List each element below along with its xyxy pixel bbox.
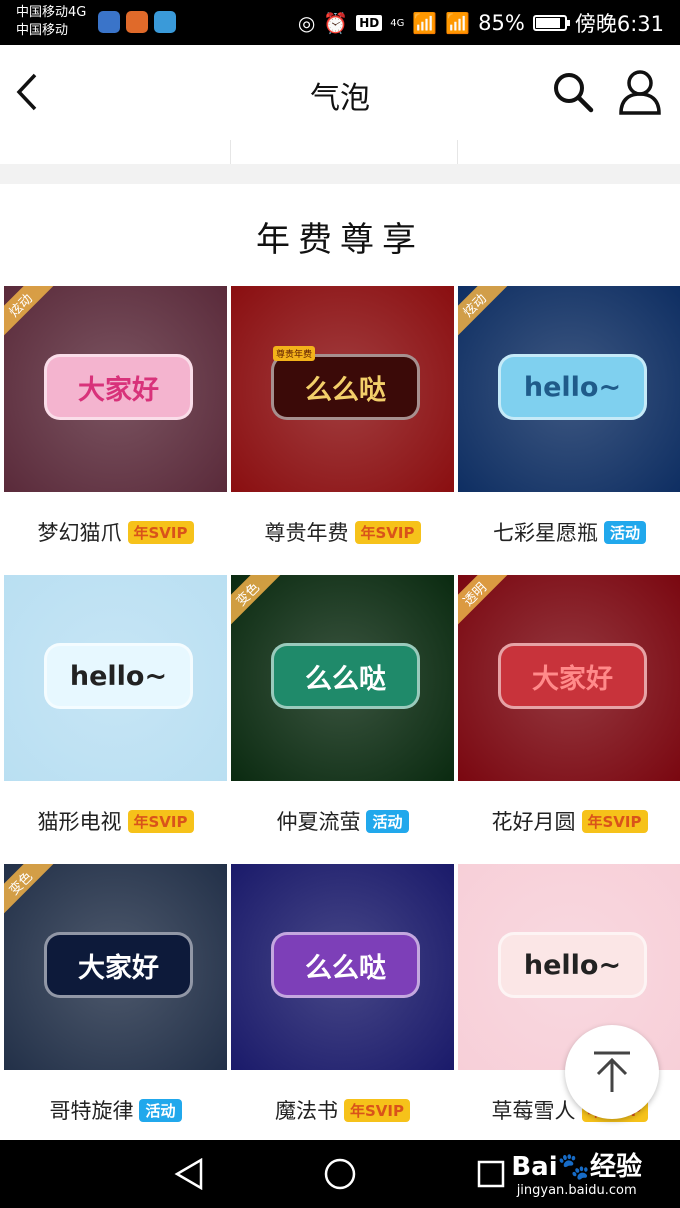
bubble-name: 尊贵年费 <box>264 521 349 545</box>
system-navigation-bar: Bai🐾经验 jingyan.baidu.com <box>0 1140 680 1208</box>
bubble-name: 仲夏流萤 <box>276 810 361 834</box>
home-circle-icon[interactable] <box>324 1158 356 1194</box>
hotspot-icon: ◎ <box>297 11 316 35</box>
clock: 傍晚6:31 <box>574 12 664 36</box>
divider <box>457 140 458 164</box>
effect-ribbon: 变色 <box>231 575 283 630</box>
svip-badge: 年SVIP <box>581 809 648 833</box>
bubble-sample: hello~ <box>44 643 193 709</box>
bubble-name: 魔法书 <box>275 1099 338 1123</box>
baidu-jingyan-watermark: Bai🐾经验 jingyan.baidu.com <box>511 1146 642 1198</box>
status-right: ◎ ⏰ HD 4G 📶 📶 85% 傍晚6:31 <box>298 8 664 38</box>
effect-ribbon: 炫动 <box>4 286 56 341</box>
bubble-sample: 么么哒 <box>271 932 420 998</box>
annual-section: 年费尊享 大家好 炫动 梦幻猫爪 年SVIP 么么哒 尊贵年费 尊贵年费 年SVIP hello… <box>0 184 680 1150</box>
search-icon[interactable] <box>552 71 594 117</box>
battery-icon <box>532 15 570 31</box>
signal-icon: 📶 <box>412 11 438 35</box>
section-title: 年费尊享 <box>256 220 424 260</box>
recents-square-icon[interactable] <box>477 1160 505 1192</box>
status-bar: 中国移动4G 中国移动 ◎ ⏰ HD 4G 📶 📶 85% 傍晚6:31 <box>0 0 680 45</box>
svip-badge: 年SVIP <box>344 1098 410 1122</box>
arrow-up-icon <box>594 1051 630 1092</box>
effect-ribbon: 透明 <box>458 575 510 630</box>
bubble-caption: 尊贵年费 年SVIP <box>231 492 454 572</box>
effect-ribbon: 变色 <box>4 864 56 919</box>
bubble-preview-image: hello~ <box>458 864 680 1070</box>
carrier-info: 中国移动4G 中国移动 <box>16 4 86 40</box>
bubble-card[interactable]: 大家好 炫动梦幻猫爪 年SVIP <box>4 286 227 572</box>
bubble-card[interactable]: 么么哒 尊贵年费 尊贵年费 年SVIP <box>231 286 454 572</box>
bubble-card[interactable]: 么么哒魔法书 年SVIP <box>231 864 454 1150</box>
back-to-top-button[interactable] <box>565 1025 659 1119</box>
bubble-sample: 大家好 <box>498 643 647 709</box>
bubble-card[interactable]: 大家好 透明花好月圆 年SVIP <box>458 575 680 861</box>
bubble-preview-image: 大家好 变色 <box>4 864 227 1070</box>
bubble-preview-image: 大家好 炫动 <box>4 286 227 492</box>
carrier-1: 中国移动4G <box>16 5 87 20</box>
battery-percent: 85% <box>478 11 525 35</box>
bubble-card[interactable]: 么么哒 变色仲夏流萤 活动 <box>231 575 454 861</box>
bubble-name: 哥特旋律 <box>49 1099 134 1123</box>
bubble-card[interactable]: hello~ 炫动七彩星愿瓶 活动 <box>458 286 680 572</box>
activity-badge: 活动 <box>366 809 409 833</box>
svip-badge: 年SVIP <box>354 520 421 544</box>
effect-ribbon: 炫动 <box>458 286 510 341</box>
bubble-card[interactable]: hello~草莓雪人年SVIP <box>458 864 680 1150</box>
network-type: 4G <box>390 17 405 29</box>
divider <box>230 140 231 164</box>
bubble-name: 花好月圆 <box>491 810 576 834</box>
bubble-caption: 花好月圆 年SVIP <box>458 781 680 861</box>
bubble-caption: 梦幻猫爪 年SVIP <box>4 492 227 572</box>
alarm-icon: ⏰ <box>323 11 349 35</box>
bubble-sample: 么么哒 <box>271 354 420 420</box>
bubble-sample: 大家好 <box>44 354 193 420</box>
signal-icon-2: 📶 <box>445 11 471 35</box>
bubble-preview-image: 么么哒 变色 <box>231 575 454 781</box>
bubble-sample: hello~ <box>498 354 647 420</box>
carrier-2: 中国移动 <box>16 23 69 38</box>
svip-badge: 年SVIP <box>127 809 194 833</box>
bubble-name: 草莓雪人 <box>491 1099 576 1123</box>
premium-badge: 尊贵年费 <box>273 346 316 361</box>
bubble-name: 七彩星愿瓶 <box>492 521 598 545</box>
bubble-card[interactable]: hello~ 猫形电视 年SVIP <box>4 575 227 861</box>
bubble-preview-image: hello~ <box>4 575 227 781</box>
svip-badge: 年SVIP <box>127 520 194 544</box>
back-triangle-icon[interactable] <box>174 1157 204 1194</box>
activity-badge: 活动 <box>139 1098 182 1122</box>
bubble-name: 梦幻猫爪 <box>37 521 122 545</box>
bubble-sample: hello~ <box>498 932 647 998</box>
bubble-caption: 七彩星愿瓶 活动 <box>458 492 680 572</box>
watermark-url: jingyan.baidu.com <box>516 1183 637 1198</box>
section-gap <box>0 164 680 184</box>
bubble-caption: 仲夏流萤 活动 <box>231 781 454 861</box>
bubble-sample: 么么哒 <box>271 643 420 709</box>
bubble-name: 猫形电视 <box>37 810 122 834</box>
battery-fill <box>535 18 560 28</box>
previous-section-edge <box>0 140 680 164</box>
bubble-caption: 猫形电视 年SVIP <box>4 781 227 861</box>
baidu-app-icon <box>98 11 120 33</box>
activity-badge: 活动 <box>603 520 646 544</box>
bubble-card[interactable]: 大家好 变色哥特旋律 活动 <box>4 864 227 1150</box>
bubble-caption: 哥特旋律 活动 <box>4 1070 227 1150</box>
app-notification-icon <box>126 11 148 33</box>
bubble-caption: 魔法书 年SVIP <box>231 1070 454 1150</box>
watermark-brand: Bai🐾经验 <box>511 1152 642 1182</box>
bubble-sample: 大家好 <box>44 932 193 998</box>
browser-app-icon <box>154 11 176 33</box>
hd-icon: HD <box>356 15 383 31</box>
bubble-preview-image: 大家好 透明 <box>458 575 680 781</box>
bubble-preview-image: hello~ 炫动 <box>458 286 680 492</box>
bubble-preview-image: 么么哒 <box>231 864 454 1070</box>
nav-bar: 气泡 <box>0 45 680 140</box>
user-icon[interactable] <box>618 69 662 119</box>
bubble-preview-image: 么么哒 尊贵年费 <box>231 286 454 492</box>
